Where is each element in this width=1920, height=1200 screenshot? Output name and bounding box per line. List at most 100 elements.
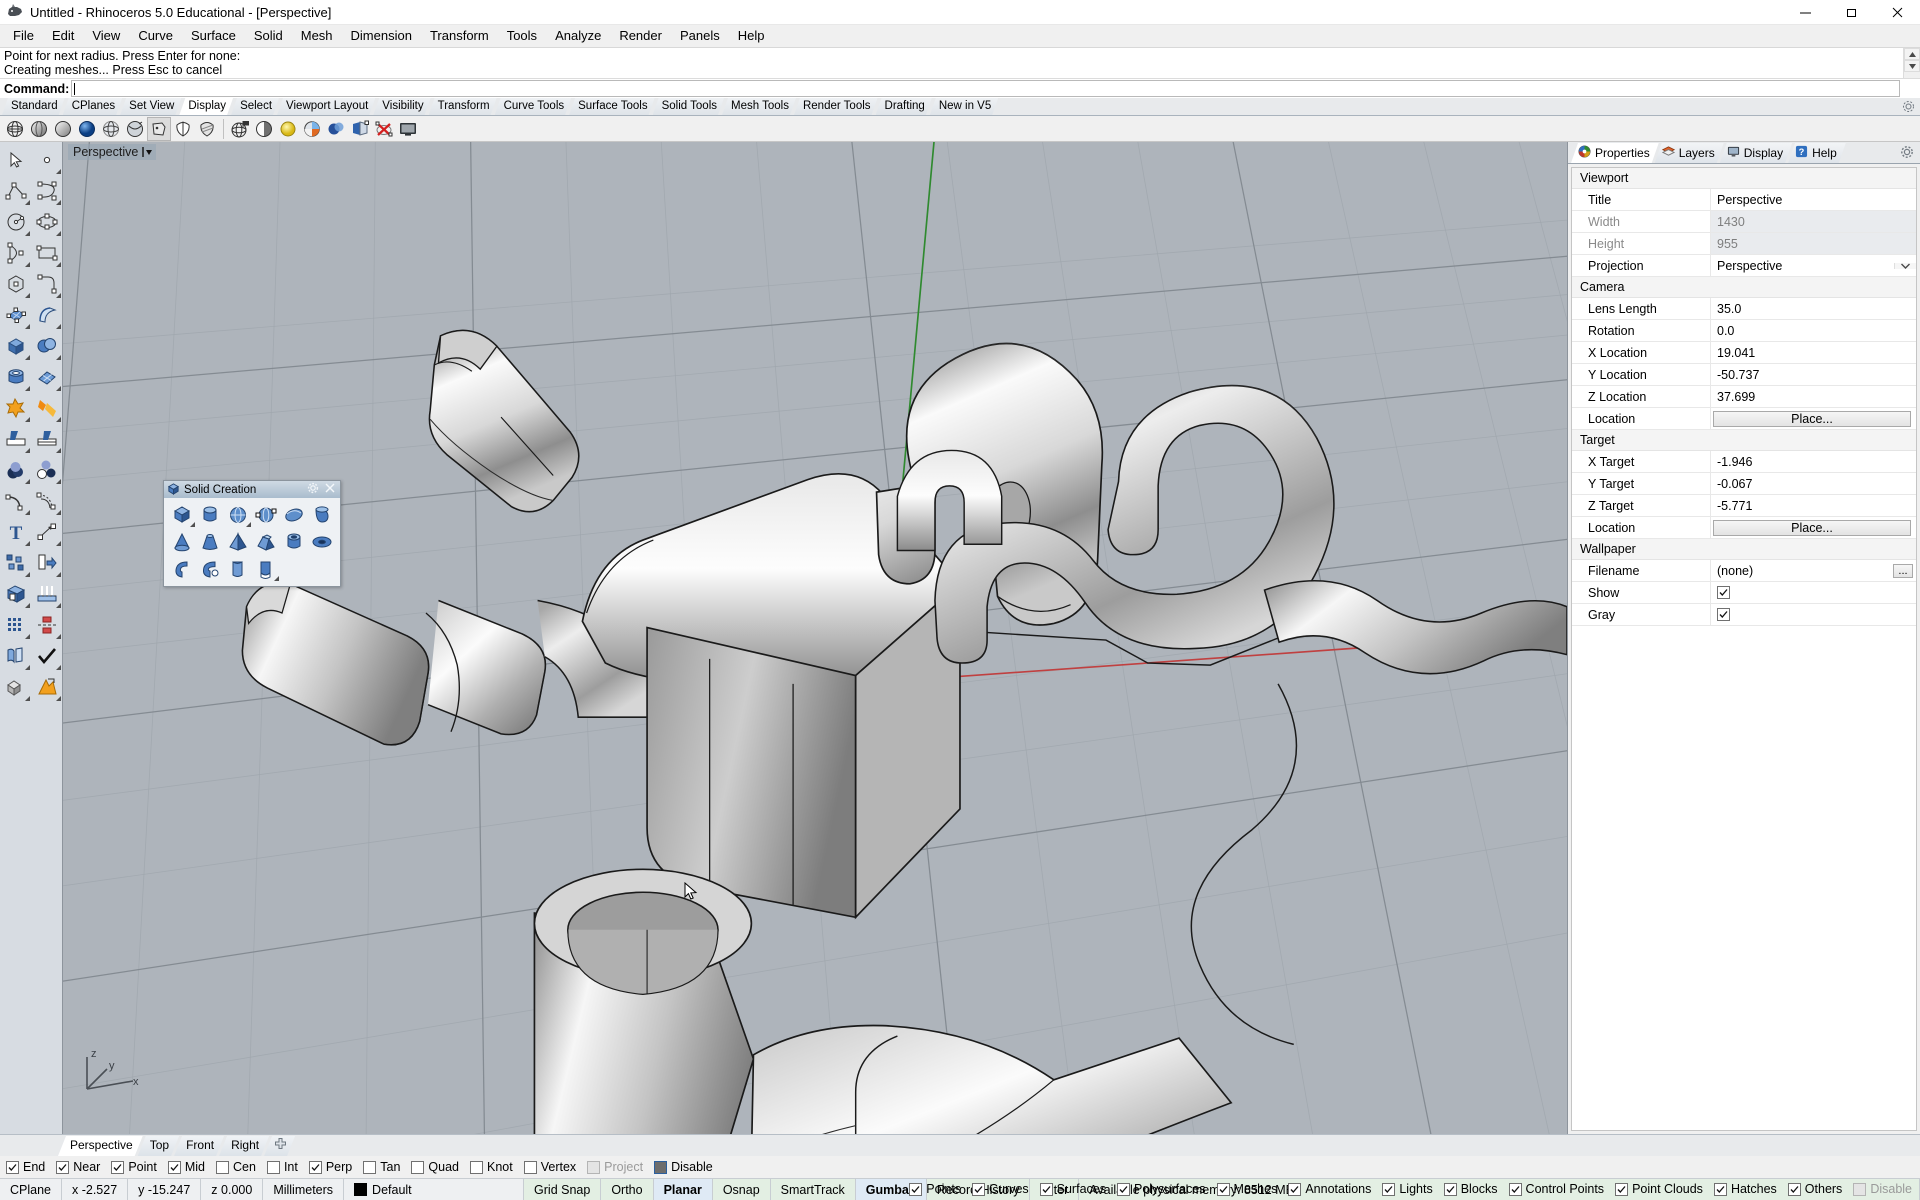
- array-icon[interactable]: [31, 578, 62, 609]
- chevron-down-icon[interactable]: [142, 146, 154, 158]
- wallpaper-show-checkbox[interactable]: [1717, 586, 1730, 599]
- circle-icon[interactable]: [0, 206, 31, 237]
- unroll-surface-icon[interactable]: [0, 640, 31, 671]
- boolean-difference-icon[interactable]: [31, 454, 62, 485]
- osnap-tan[interactable]: Tan: [363, 1160, 400, 1174]
- osnap-near[interactable]: Near: [56, 1160, 100, 1174]
- menu-panels[interactable]: Panels: [671, 26, 729, 46]
- status-units[interactable]: Millimeters: [263, 1179, 344, 1200]
- menu-tools[interactable]: Tools: [498, 26, 546, 46]
- property-row-title[interactable]: Title Perspective: [1572, 189, 1916, 211]
- status-toggle-ortho[interactable]: Ortho: [601, 1179, 653, 1200]
- remove-clipping-icon[interactable]: [372, 117, 396, 141]
- checkbox[interactable]: [1509, 1183, 1522, 1196]
- checkbox[interactable]: [1288, 1183, 1301, 1196]
- wallpaper-gray-checkbox[interactable]: [1717, 608, 1730, 621]
- boolean-union-icon[interactable]: [31, 330, 62, 361]
- gear-icon[interactable]: [1900, 145, 1914, 162]
- color-wheel-icon[interactable]: [300, 117, 324, 141]
- checkbox[interactable]: [1714, 1183, 1727, 1196]
- extrude-closed-curve-icon[interactable]: [224, 555, 252, 582]
- menu-view[interactable]: View: [83, 26, 129, 46]
- menu-curve[interactable]: Curve: [129, 26, 182, 46]
- rectangle-icon[interactable]: [31, 237, 62, 268]
- property-value-y-location[interactable]: -50.737: [1711, 364, 1916, 385]
- copy-icon[interactable]: [31, 547, 62, 578]
- toolbar-tab-set-view[interactable]: Set View: [120, 98, 181, 115]
- minimize-button[interactable]: [1782, 0, 1828, 25]
- toolbar-tab-surface-tools[interactable]: Surface Tools: [569, 98, 654, 115]
- pyramid-icon[interactable]: [224, 528, 252, 555]
- shaded-display-icon[interactable]: [27, 117, 51, 141]
- command-history[interactable]: Point for next radius. Press Enter for n…: [0, 47, 1920, 78]
- wallpaper-browse-button[interactable]: ...: [1893, 564, 1913, 578]
- display-toggle-control-points[interactable]: Control Points: [1509, 1182, 1605, 1196]
- target-place-button[interactable]: Place...: [1713, 520, 1911, 536]
- tube-icon[interactable]: [280, 528, 308, 555]
- fullscreen-icon[interactable]: [396, 117, 420, 141]
- solid-creation-toolbar[interactable]: Solid Creation: [163, 480, 341, 587]
- display-toggle-polysurfaces[interactable]: Polysurfaces: [1117, 1182, 1206, 1196]
- trim-icon[interactable]: [31, 392, 62, 423]
- menu-file[interactable]: File: [4, 26, 43, 46]
- checkbox[interactable]: [909, 1183, 922, 1196]
- status-cplane[interactable]: CPlane: [0, 1179, 62, 1200]
- dimension-icon[interactable]: [31, 516, 62, 547]
- property-row-show[interactable]: Show: [1572, 582, 1916, 604]
- checkbox[interactable]: [1117, 1183, 1130, 1196]
- property-row-gray[interactable]: Gray: [1572, 604, 1916, 626]
- osnap-end[interactable]: End: [6, 1160, 45, 1174]
- checkbox[interactable]: [363, 1161, 376, 1174]
- toolbar-tab-mesh-tools[interactable]: Mesh Tools: [722, 98, 796, 115]
- property-value-rotation[interactable]: 0.0: [1711, 320, 1916, 341]
- osnap-cen[interactable]: Cen: [216, 1160, 256, 1174]
- control-point-curve-icon[interactable]: [31, 175, 62, 206]
- checkbox[interactable]: [470, 1161, 483, 1174]
- property-value-y-target[interactable]: -0.067: [1711, 473, 1916, 494]
- display-toggle-annotations[interactable]: Annotations: [1288, 1182, 1371, 1196]
- gear-icon[interactable]: [1902, 100, 1915, 116]
- paraboloid-icon[interactable]: [308, 501, 336, 528]
- property-row-filename[interactable]: Filename (none) ...: [1572, 560, 1916, 582]
- command-scrollbar[interactable]: [1903, 48, 1920, 78]
- disable-swatch[interactable]: [654, 1161, 667, 1174]
- checkbox[interactable]: [216, 1161, 229, 1174]
- viewport-tab-front[interactable]: Front: [174, 1136, 224, 1156]
- surface-sweep-icon[interactable]: [31, 299, 62, 330]
- group-icon[interactable]: [0, 547, 31, 578]
- panel-tab-display[interactable]: Display: [1720, 143, 1792, 163]
- menu-surface[interactable]: Surface: [182, 26, 245, 46]
- check-icon[interactable]: [31, 640, 62, 671]
- osnap-point[interactable]: Point: [111, 1160, 157, 1174]
- menu-render[interactable]: Render: [610, 26, 671, 46]
- checkbox[interactable]: [411, 1161, 424, 1174]
- viewport-title[interactable]: Perspective: [68, 144, 156, 160]
- mesh-plane-icon[interactable]: [31, 361, 62, 392]
- property-row-rotation[interactable]: Rotation 0.0: [1572, 320, 1916, 342]
- toolbar-tab-new-in-v5[interactable]: New in V5: [930, 98, 998, 115]
- checkbox[interactable]: [972, 1183, 985, 1196]
- isocurve-toggle-icon[interactable]: [348, 117, 372, 141]
- status-toggle-grid-snap[interactable]: Grid Snap: [524, 1179, 601, 1200]
- toolbar-tab-visibility[interactable]: Visibility: [373, 98, 430, 115]
- offset-curve-icon[interactable]: [31, 485, 62, 516]
- extend-icon[interactable]: [31, 423, 62, 454]
- display-toggle-blocks[interactable]: Blocks: [1444, 1182, 1498, 1196]
- display-toggle-others[interactable]: Others: [1788, 1182, 1843, 1196]
- mirror-icon[interactable]: [31, 609, 62, 640]
- property-value-x-location[interactable]: 19.041: [1711, 342, 1916, 363]
- curve-fillet-icon[interactable]: [31, 268, 62, 299]
- sphere-control-points-icon[interactable]: [252, 501, 280, 528]
- checkbox[interactable]: [6, 1161, 19, 1174]
- command-input[interactable]: [71, 80, 1900, 97]
- checkbox[interactable]: [587, 1161, 600, 1174]
- panel-tab-help[interactable]: ? Help: [1788, 143, 1846, 163]
- hatch-display-icon[interactable]: [195, 117, 219, 141]
- cone-icon[interactable]: [168, 528, 196, 555]
- viewport-tab-perspective[interactable]: Perspective: [58, 1136, 143, 1156]
- toolbar-tab-solid-tools[interactable]: Solid Tools: [653, 98, 724, 115]
- menu-help[interactable]: Help: [729, 26, 774, 46]
- menu-mesh[interactable]: Mesh: [292, 26, 342, 46]
- property-row-z-location[interactable]: Z Location 37.699: [1572, 386, 1916, 408]
- close-button[interactable]: [1874, 0, 1920, 25]
